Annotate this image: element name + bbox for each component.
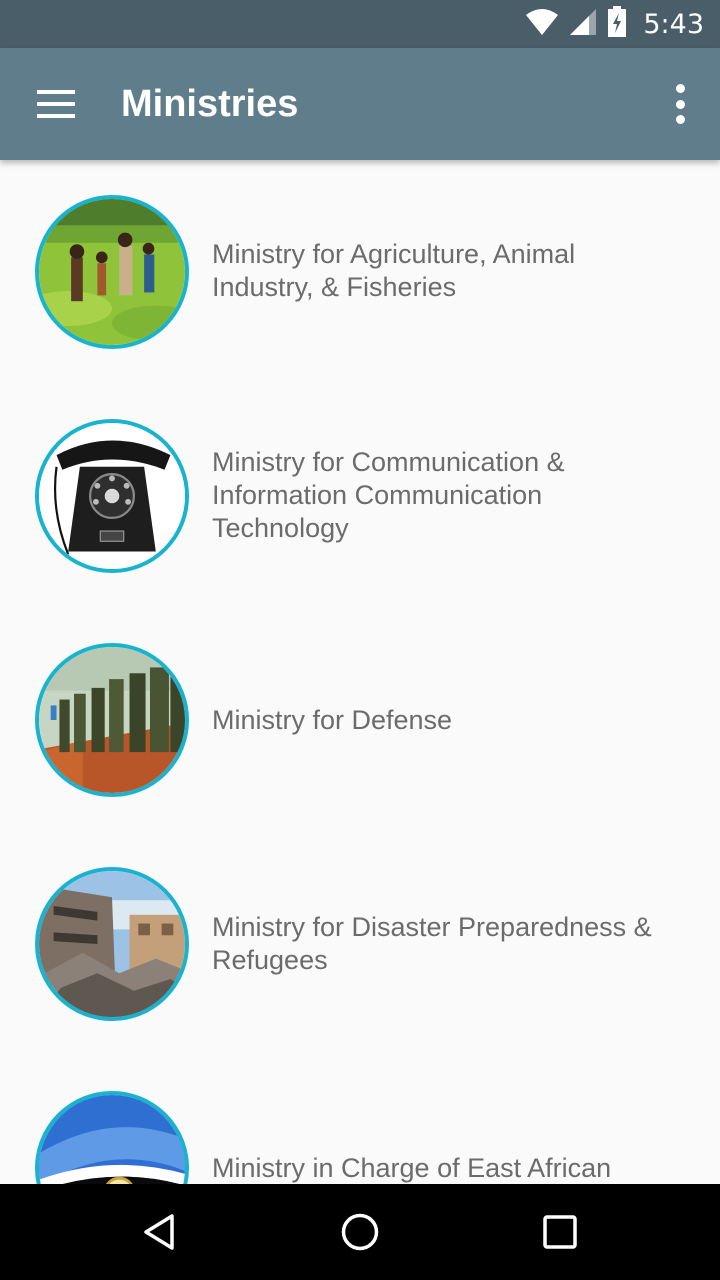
wifi-icon [525,8,559,40]
status-bar: 5:43 [0,0,720,48]
soldiers-in-formation-image [35,643,189,797]
hamburger-menu-icon[interactable] [28,76,84,132]
battery-charging-icon [607,6,627,42]
list-item-label: Ministry for Disaster Preparedness & Ref… [212,912,652,975]
collapsed-building-image [35,867,189,1021]
recents-icon[interactable] [530,1202,590,1262]
farmers-in-tea-field-image [35,195,189,349]
list-item[interactable]: Ministry for Disaster Preparedness & Ref… [0,832,720,1056]
list-item-label: Ministry for Agriculture, Animal Industr… [212,239,576,302]
list-item[interactable]: Ministry in Charge of East African Affai… [0,1056,720,1184]
navigation-bar [0,1184,720,1280]
home-icon[interactable] [330,1202,390,1262]
back-icon[interactable] [130,1202,190,1262]
list-item-label: Ministry in Charge of East African Affai… [212,1153,612,1183]
more-vert-icon[interactable] [664,84,696,124]
east-african-community-flag-image [35,1091,189,1184]
cell-signal-icon [569,8,597,40]
status-time: 5:43 [643,8,704,40]
list-item-label: Ministry for Defense [212,705,453,735]
list-item[interactable]: Ministry for Defense [0,608,720,832]
page-title: Ministries [121,83,299,125]
list-item[interactable]: Ministry for Agriculture, Animal Industr… [0,160,720,384]
screen: 5:43 Ministries Ministry for Agriculture… [0,0,720,1280]
list-item[interactable]: Ministry for Communication & Information… [0,384,720,608]
status-icons: 5:43 [525,0,704,48]
ministries-list: Ministry for Agriculture, Animal Industr… [0,160,720,1184]
list-item-label: Ministry for Communication & Information… [212,447,565,543]
app-bar: Ministries [0,48,720,160]
rotary-telephone-image [35,419,189,573]
